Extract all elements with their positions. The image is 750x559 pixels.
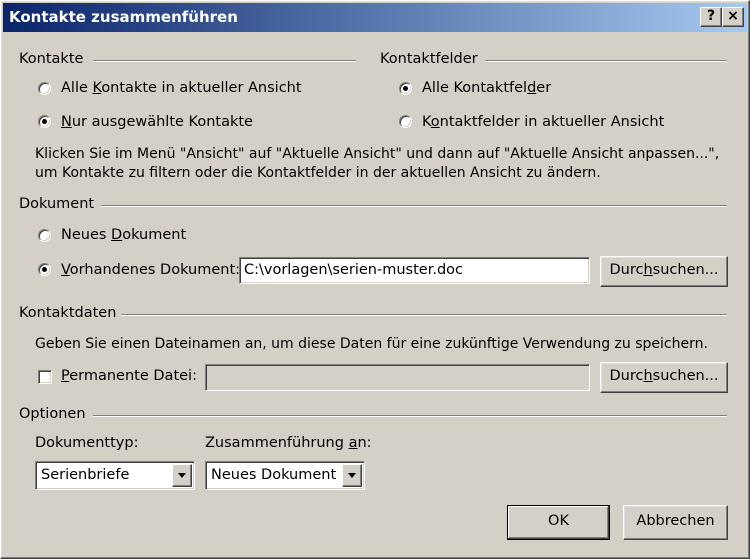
doctype-label: Dokumenttyp: (35, 435, 139, 451)
permanent-file-label[interactable]: Permanente Datei: (61, 368, 197, 384)
group-kontaktdaten-divider (121, 314, 727, 316)
radio-kontaktfelder-ansicht[interactable] (399, 115, 412, 128)
info-text-line-2: um Kontakte zu filtern oder die Kontaktf… (35, 165, 601, 181)
title-bar: Kontakte zusammenführen ? × (3, 3, 747, 32)
group-dokument-heading: Dokument (19, 196, 95, 212)
permanent-file-checkbox[interactable] (38, 370, 52, 384)
group-dokument-divider (101, 205, 727, 207)
chevron-down-icon[interactable] (172, 464, 192, 487)
radio-alle-kontaktfelder[interactable] (399, 82, 412, 95)
group-kontaktfelder-divider (485, 60, 727, 62)
radio-alle-kontakte[interactable] (38, 82, 51, 95)
permanent-file-input[interactable] (205, 364, 590, 391)
radio-nur-ausgewaehlte[interactable] (38, 115, 51, 128)
document-path-input[interactable]: C:\vorlagen\serien-muster.doc (239, 257, 590, 284)
merge-to-value: Neues Dokument (211, 467, 337, 483)
doctype-dropdown[interactable]: Serienbriefe (35, 461, 195, 490)
window-title: Kontakte zusammenführen (9, 8, 238, 26)
group-kontakte-divider (93, 60, 356, 62)
browse-document-button[interactable]: Durchsuchen... (600, 256, 728, 287)
radio-alle-kontakte-label[interactable]: Alle Kontakte in aktueller Ansicht (61, 80, 302, 96)
browse-file-button[interactable]: Durchsuchen... (600, 362, 728, 393)
radio-vorhandenes-dokument-label[interactable]: Vorhandenes Dokument: (61, 262, 240, 278)
group-optionen-divider (93, 415, 727, 417)
merge-to-dropdown[interactable]: Neues Dokument (205, 461, 365, 490)
radio-vorhandenes-dokument[interactable] (38, 263, 51, 276)
radio-kontaktfelder-ansicht-label[interactable]: Kontaktfelder in aktueller Ansicht (422, 114, 664, 130)
cancel-button[interactable]: Abbrechen (623, 505, 728, 540)
chevron-down-icon[interactable] (342, 464, 362, 487)
doctype-value: Serienbriefe (41, 467, 130, 483)
close-button[interactable]: × (722, 7, 744, 27)
help-button[interactable]: ? (700, 7, 722, 27)
ok-button[interactable]: OK (507, 505, 610, 540)
radio-neues-dokument-label[interactable]: Neues Dokument (61, 227, 186, 243)
dialog-window: Kontakte zusammenführen ? × Kontakte All… (0, 0, 750, 559)
group-kontakte-heading: Kontakte (19, 51, 84, 67)
group-optionen-heading: Optionen (19, 406, 86, 422)
radio-nur-ausgewaehlte-label[interactable]: Nur ausgewählte Kontakte (61, 114, 253, 130)
radio-neues-dokument[interactable] (38, 229, 51, 242)
merge-to-label: Zusammenführung an: (205, 435, 372, 451)
group-kontaktfelder-heading: Kontaktfelder (380, 51, 478, 67)
radio-alle-kontaktfelder-label[interactable]: Alle Kontaktfelder (422, 80, 551, 96)
kontaktdaten-info-text: Geben Sie einen Dateinamen an, um diese … (35, 336, 708, 352)
info-text-line-1: Klicken Sie im Menü "Ansicht" auf "Aktue… (35, 146, 720, 162)
group-kontaktdaten-heading: Kontaktdaten (19, 305, 117, 321)
